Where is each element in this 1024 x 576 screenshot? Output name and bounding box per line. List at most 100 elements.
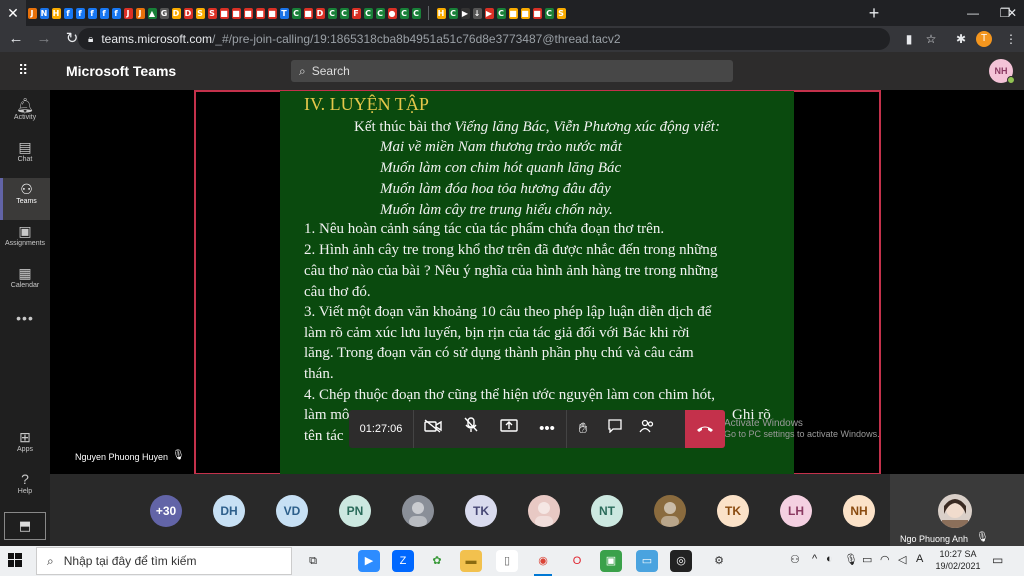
tab-favicon[interactable]: C [448, 7, 458, 19]
zoom-icon[interactable]: ▶ [358, 550, 380, 572]
tab-favicon[interactable]: C [375, 7, 385, 19]
tab-favicon[interactable]: C [327, 7, 337, 19]
participant-avatar[interactable]: LH [780, 495, 812, 527]
tab-favicon[interactable]: C [339, 7, 349, 19]
participant-photo-avatar[interactable] [654, 495, 686, 527]
participant-avatar[interactable]: TK [717, 495, 749, 527]
url-field[interactable]: 🔒︎ teams.microsoft.com /_#/pre-join-call… [78, 28, 890, 50]
tab-favicon[interactable]: ■ [520, 7, 530, 19]
participant-photo-avatar[interactable] [528, 495, 560, 527]
tab-favicon[interactable]: ■ [303, 7, 313, 19]
tab-favicon[interactable]: J [123, 7, 133, 19]
tab-favicon[interactable]: J [27, 7, 37, 19]
participant-avatar[interactable]: NT [591, 495, 623, 527]
browser-menu-icon[interactable]: ⋮ [1000, 26, 1022, 52]
tab-favicon[interactable]: S [556, 7, 566, 19]
edge-icon[interactable]: ◐ [826, 553, 833, 565]
task-view-icon[interactable]: ⧉ [302, 550, 324, 572]
tab-favicon[interactable]: ● [387, 7, 397, 19]
camera-off-icon[interactable] [414, 410, 452, 448]
tab-favicon[interactable]: H [51, 7, 61, 19]
tab-favicon[interactable]: C [496, 7, 506, 19]
extensions-icon[interactable]: ✱ [950, 26, 972, 52]
search-input[interactable] [311, 64, 712, 78]
tab-favicon[interactable]: S [195, 7, 205, 19]
tab-favicon[interactable]: ■ [219, 7, 229, 19]
media-icon[interactable]: ◎ [670, 550, 692, 572]
tab-favicon[interactable]: ▶ [484, 7, 494, 19]
close-tab-icon[interactable]: ✕ [0, 0, 26, 26]
windows-start-icon[interactable] [8, 553, 24, 569]
rail-item-assignments[interactable]: ▣ Assignments [0, 220, 50, 262]
forward-arrow-icon[interactable]: → [32, 27, 56, 51]
taskbar-search-input[interactable] [63, 554, 284, 568]
tab-favicon[interactable]: C [544, 7, 554, 19]
more-actions-icon[interactable]: ••• [528, 410, 566, 448]
file-explorer-icon[interactable]: ▬ [460, 550, 482, 572]
new-tab-button[interactable]: + [864, 0, 884, 26]
minimize-button[interactable]: — [956, 0, 990, 26]
close-window-button[interactable]: ✕ [1000, 0, 1024, 26]
tab-favicon[interactable]: C [399, 7, 409, 19]
clover-icon[interactable]: ✿ [426, 550, 448, 572]
taskbar-clock[interactable]: 10:27 SA 19/02/2021 [934, 548, 982, 572]
people-icon[interactable]: ⚇ [790, 553, 800, 566]
tab-favicon[interactable]: ■ [508, 7, 518, 19]
raise-hand-icon[interactable]: ✋︎ [567, 410, 599, 448]
tab-favicon[interactable]: S [207, 7, 217, 19]
tab-favicon[interactable]: G [159, 7, 169, 19]
participant-photo-avatar[interactable] [402, 495, 434, 527]
participant-avatar[interactable]: TK [465, 495, 497, 527]
chrome-icon[interactable]: ◉ [532, 550, 554, 576]
tab-favicon[interactable]: ■ [231, 7, 241, 19]
tab-favicon[interactable]: ■ [532, 7, 542, 19]
share-screen-icon[interactable] [490, 410, 528, 448]
participant-avatar[interactable]: VD [276, 495, 308, 527]
tab-favicon[interactable]: D [183, 7, 193, 19]
microphone-tray-icon[interactable]: 🎙︎ [844, 553, 858, 566]
settings-icon[interactable]: ⚙ [708, 550, 730, 572]
rail-item-help[interactable]: ? Help [0, 468, 50, 510]
notifications-icon[interactable]: ▭ [992, 553, 1003, 567]
tab-favicon[interactable]: J [135, 7, 145, 19]
tab-favicon[interactable]: f [63, 7, 73, 19]
tab-favicon[interactable]: f [75, 7, 85, 19]
tab-favicon[interactable]: T [279, 7, 289, 19]
browser-profile-avatar[interactable]: T [976, 31, 992, 47]
volume-icon[interactable]: ◁ [898, 553, 906, 566]
tab-favicon[interactable]: H [436, 7, 446, 19]
language-icon[interactable]: A [916, 553, 923, 565]
search-box[interactable]: ⌕ [291, 60, 733, 82]
app-launcher-icon[interactable]: ⠿ [18, 62, 34, 78]
tab-favicon[interactable]: ▲ [147, 7, 157, 19]
participant-avatar[interactable]: NH [843, 495, 875, 527]
rail-item-calendar[interactable]: ▦ Calendar [0, 262, 50, 304]
network-icon[interactable]: ▭ [862, 553, 872, 566]
device-settings-icon[interactable]: ⬒ [4, 512, 46, 540]
monitor-icon[interactable]: ▭ [636, 550, 658, 572]
tab-favicon[interactable]: f [99, 7, 109, 19]
rail-item-activity[interactable]: 🔔︎ Activity [0, 94, 50, 136]
camera-blocked-icon[interactable]: ▮ [898, 26, 920, 52]
tab-favicon[interactable]: F [351, 7, 361, 19]
taskbar-search[interactable]: ⌕ [36, 547, 292, 575]
hang-up-button[interactable] [685, 410, 725, 448]
tab-favicon[interactable]: f [111, 7, 121, 19]
back-arrow-icon[interactable]: ← [4, 27, 28, 51]
tab-favicon[interactable]: ■ [255, 7, 265, 19]
notes-icon[interactable]: ▯ [496, 550, 518, 572]
participant-avatar[interactable]: DH [213, 495, 245, 527]
game-icon[interactable]: ▣ [600, 550, 622, 572]
show-hidden-icons[interactable]: ^ [812, 553, 817, 565]
tab-favicon[interactable]: f [87, 7, 97, 19]
chat-panel-icon[interactable] [599, 410, 631, 448]
tab-favicon[interactable]: D [315, 7, 325, 19]
participants-icon[interactable] [631, 410, 663, 448]
tab-favicon[interactable]: C [363, 7, 373, 19]
opera-icon[interactable]: O [566, 550, 588, 572]
bookmark-star-icon[interactable]: ☆ [920, 26, 942, 52]
wifi-icon[interactable]: ◠ [880, 553, 890, 566]
tab-favicon[interactable]: C [411, 7, 421, 19]
tab-favicon[interactable]: D [171, 7, 181, 19]
rail-item-chat[interactable]: ▤ Chat [0, 136, 50, 178]
